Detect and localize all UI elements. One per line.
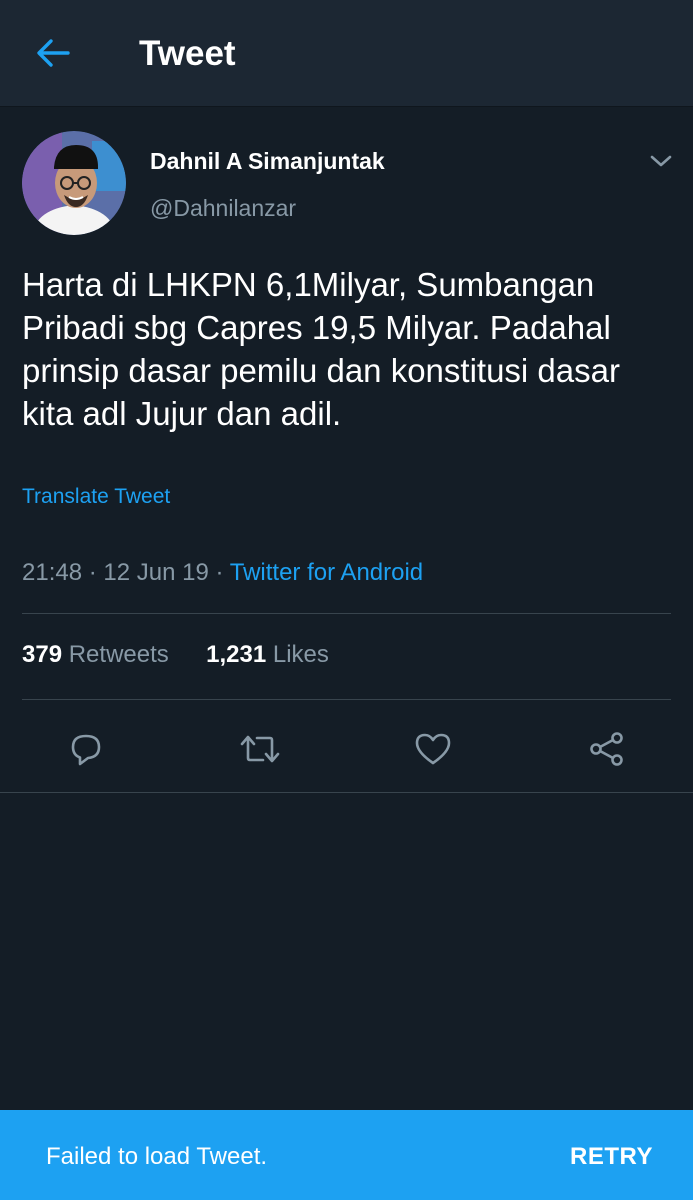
likes-stat[interactable]: 1,231 Likes bbox=[206, 641, 329, 668]
meta-separator: · bbox=[215, 559, 224, 586]
share-button[interactable] bbox=[577, 719, 637, 779]
retweets-stat[interactable]: 379 Retweets bbox=[22, 641, 175, 668]
reply-icon bbox=[71, 734, 101, 766]
reply-button[interactable] bbox=[56, 719, 116, 779]
back-button[interactable] bbox=[30, 30, 76, 76]
arrow-left-icon bbox=[37, 39, 70, 67]
avatar-image bbox=[22, 131, 126, 235]
author-name[interactable]: Dahnil A Simanjuntak bbox=[150, 147, 385, 175]
snackbar-message: Failed to load Tweet. bbox=[46, 1143, 268, 1170]
top-app-bar: Tweet bbox=[0, 0, 693, 107]
tweet-metadata: 21:48 · 12 Jun 19 · Twitter for Android bbox=[22, 558, 423, 588]
tweet-time: 21:48 bbox=[22, 559, 83, 586]
like-label: Likes bbox=[272, 641, 329, 668]
retweet-label: Retweets bbox=[68, 641, 169, 668]
tweet-menu-button[interactable] bbox=[645, 147, 677, 175]
heart-icon bbox=[415, 733, 451, 765]
tweet-actions-bar bbox=[0, 719, 693, 779]
share-icon bbox=[590, 732, 623, 766]
like-count: 1,231 bbox=[206, 641, 267, 668]
divider bbox=[22, 613, 671, 614]
tweet-stats: 379 Retweets 1,231 Likes bbox=[22, 640, 329, 670]
divider bbox=[22, 699, 671, 700]
chevron-down-icon bbox=[650, 155, 672, 167]
retweet-icon bbox=[240, 735, 280, 763]
avatar[interactable] bbox=[22, 131, 126, 235]
retry-button[interactable]: RETRY bbox=[560, 1138, 663, 1176]
retweet-button[interactable] bbox=[230, 719, 290, 779]
error-snackbar: Failed to load Tweet. RETRY bbox=[0, 1110, 693, 1200]
tweet-source-link[interactable]: Twitter for Android bbox=[230, 559, 423, 586]
app-root: Tweet Dahnil A Simanjuntak @Dahnilanzar … bbox=[0, 0, 693, 1200]
like-button[interactable] bbox=[403, 719, 463, 779]
page-title: Tweet bbox=[139, 34, 236, 73]
tweet-date: 12 Jun 19 bbox=[103, 559, 209, 586]
meta-separator: · bbox=[88, 559, 97, 586]
tweet-text: Harta di LHKPN 6,1Milyar, Sumbangan Prib… bbox=[22, 266, 620, 432]
author-handle[interactable]: @Dahnilanzar bbox=[150, 194, 296, 222]
translate-tweet-link[interactable]: Translate Tweet bbox=[22, 484, 170, 510]
divider bbox=[0, 792, 693, 793]
retweet-count: 379 bbox=[22, 641, 63, 668]
